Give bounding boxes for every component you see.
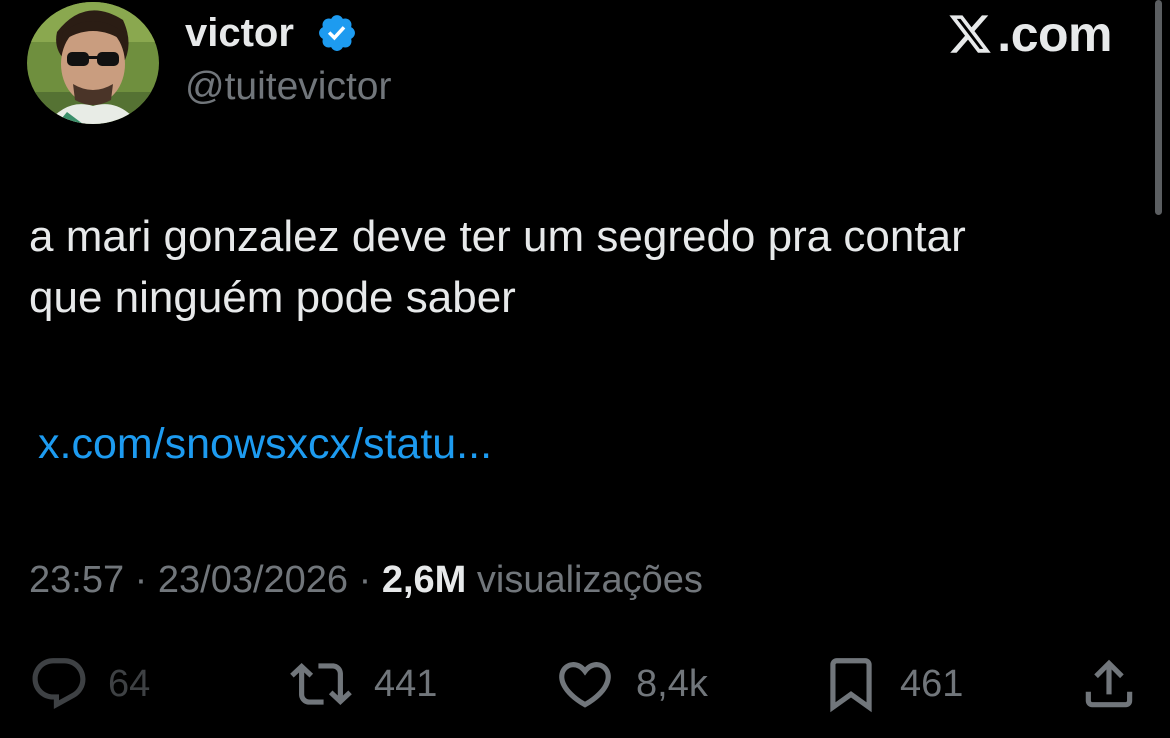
brand-text: .com xyxy=(997,6,1112,62)
scrollbar[interactable] xyxy=(1155,0,1162,215)
meta-separator: · xyxy=(134,559,148,601)
views-label: visualizações xyxy=(476,559,703,601)
retweet-icon xyxy=(290,663,352,705)
brand-watermark: .com xyxy=(945,8,1112,60)
profile-photo xyxy=(27,2,159,124)
verified-badge-icon xyxy=(319,15,355,51)
like-count: 8,4k xyxy=(636,663,708,705)
display-name[interactable]: victor xyxy=(185,10,294,56)
bookmark-icon xyxy=(830,658,872,713)
meta-separator: · xyxy=(358,559,372,601)
tweet-link[interactable]: x.com/snowsxcx/statu... xyxy=(38,416,492,472)
avatar[interactable] xyxy=(27,2,159,124)
tweet-text: a mari gonzalez deve ter um segredo pra … xyxy=(29,206,1129,328)
tweet-time[interactable]: 23:57 xyxy=(29,559,124,601)
user-handle[interactable]: @tuitevictor xyxy=(185,64,391,110)
heart-icon xyxy=(559,662,611,708)
views-count[interactable]: 2,6M xyxy=(382,559,466,601)
share-icon xyxy=(1085,659,1133,708)
retweet-count: 441 xyxy=(374,663,438,705)
tweet-text-line: a mari gonzalez deve ter um segredo pra … xyxy=(29,212,966,261)
x-logo-icon xyxy=(949,15,992,53)
bookmark-count: 461 xyxy=(900,663,964,705)
share-button[interactable] xyxy=(1078,652,1140,716)
tweet-meta: 23:57 · 23/03/2026 · 2,6M visualizações xyxy=(29,556,703,604)
retweet-button[interactable]: 441 xyxy=(286,652,437,716)
reply-button[interactable]: 64 xyxy=(28,652,150,716)
reply-icon xyxy=(32,658,86,710)
tweet-date[interactable]: 23/03/2026 xyxy=(158,559,348,601)
like-button[interactable]: 8,4k xyxy=(552,652,708,716)
bookmark-button[interactable]: 461 xyxy=(820,652,963,716)
reply-count: 64 xyxy=(108,663,151,705)
tweet-text-line: que ninguém pode saber xyxy=(29,273,516,322)
